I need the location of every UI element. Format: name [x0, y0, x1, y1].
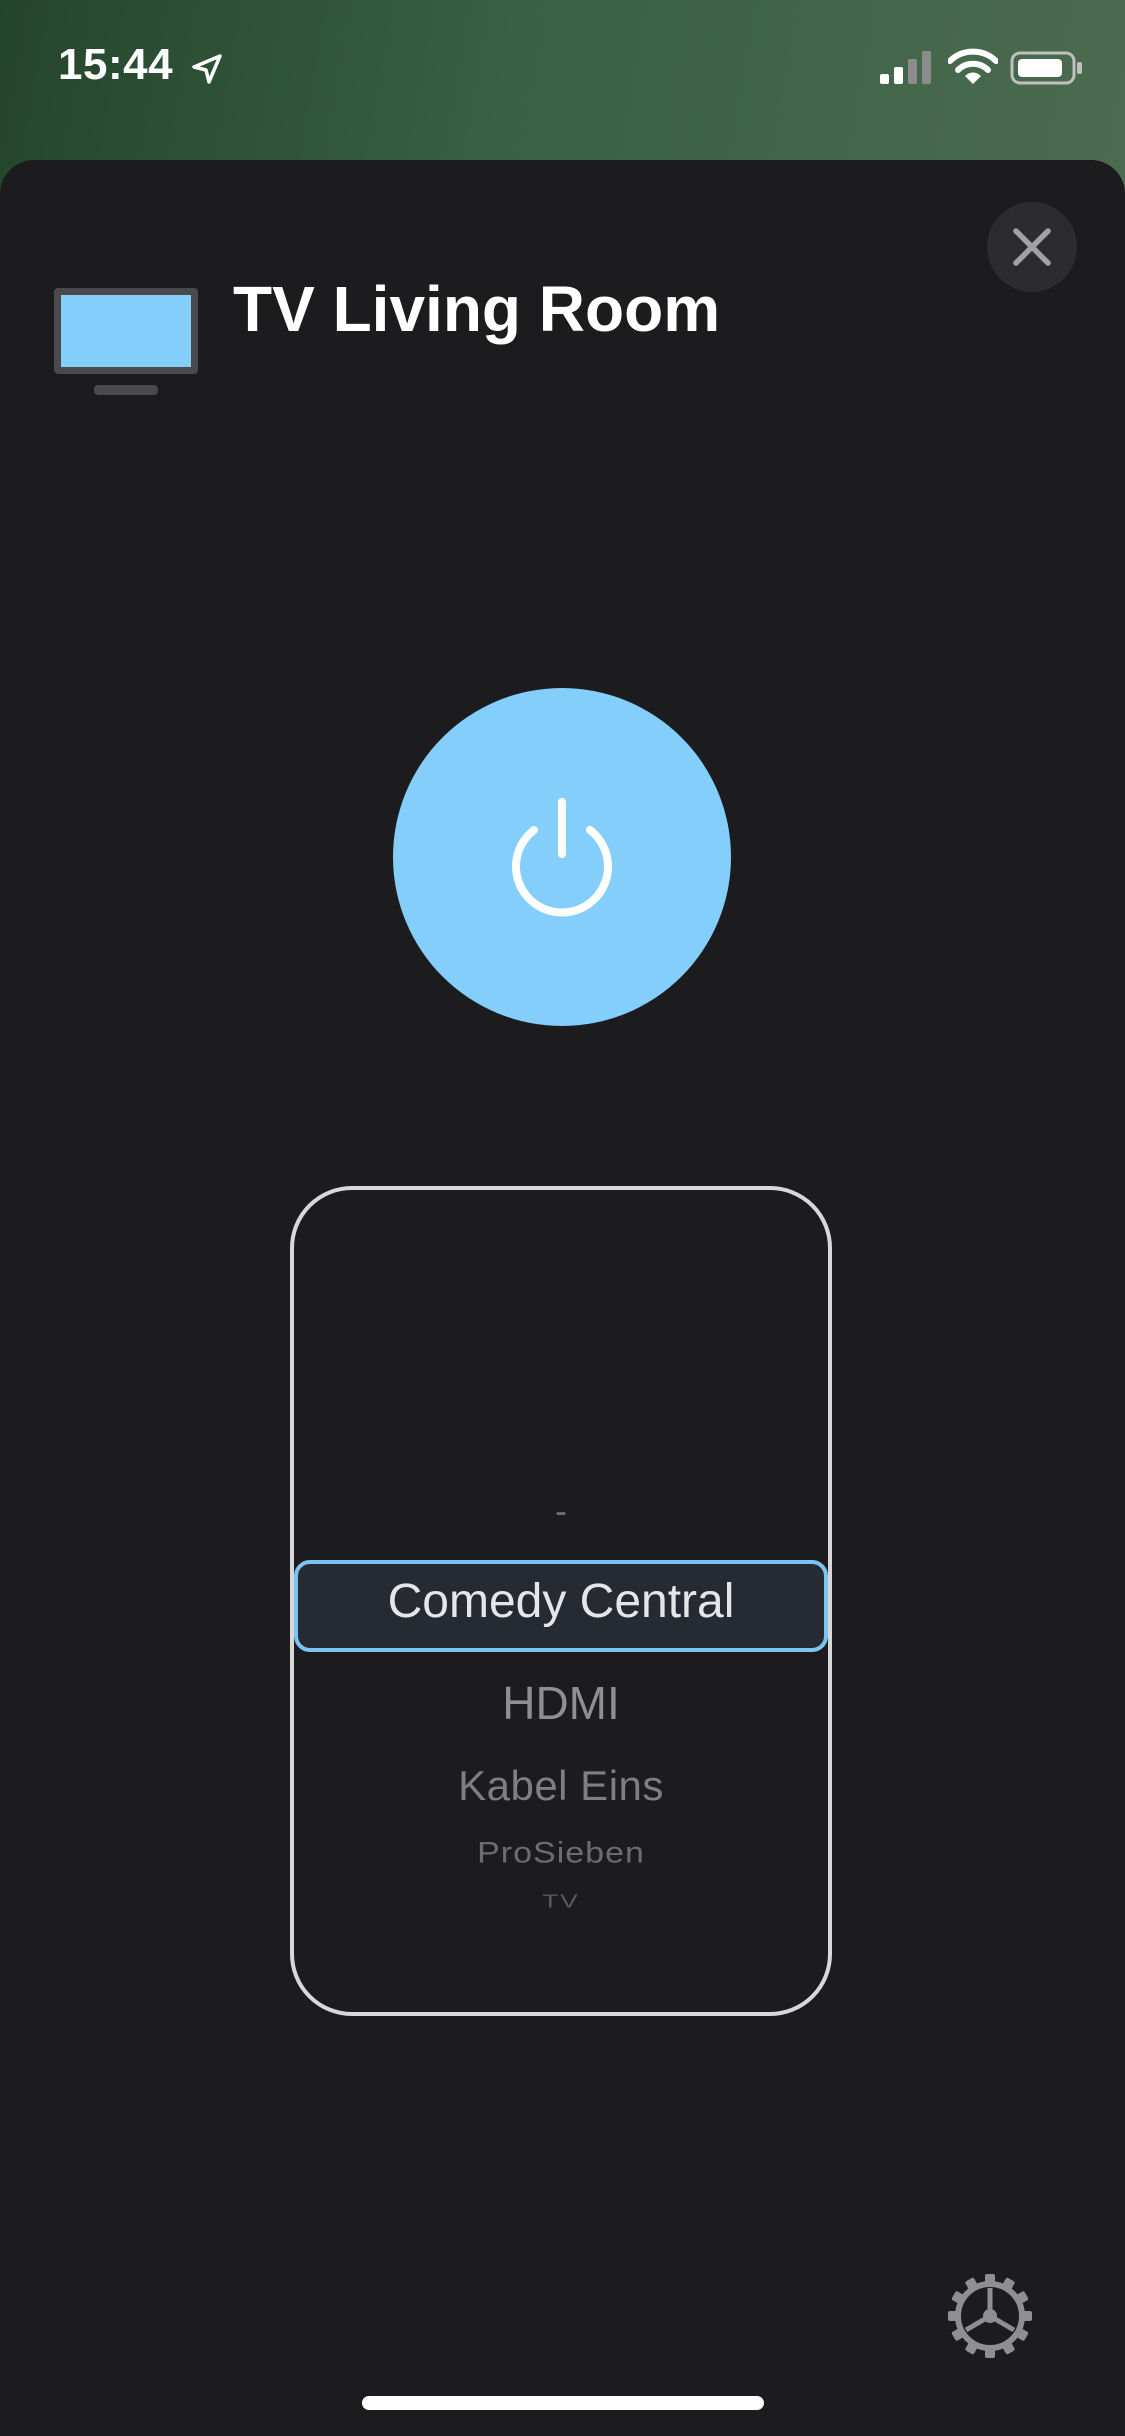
picker-item[interactable]: HDMI — [294, 1676, 828, 1730]
wifi-icon — [948, 48, 998, 84]
home-indicator[interactable] — [362, 2396, 764, 2410]
close-icon — [1013, 228, 1051, 266]
gear-icon[interactable] — [946, 2272, 1034, 2360]
battery-icon — [1010, 51, 1082, 85]
cellular-signal-icon — [880, 51, 931, 84]
location-arrow-icon — [192, 54, 222, 84]
close-button[interactable] — [987, 202, 1077, 292]
picker-item[interactable]: Kabel Eins — [294, 1762, 828, 1810]
picker-item-selected[interactable]: Comedy Central — [294, 1574, 828, 1629]
status-bar: 15:44 — [0, 0, 1125, 140]
input-source-picker[interactable]: - Comedy Central HDMI Kabel Eins ProSieb… — [290, 1186, 832, 2016]
power-button[interactable] — [393, 688, 731, 1026]
tv-icon — [54, 288, 198, 395]
page-title: TV Living Room — [233, 273, 721, 345]
picker-item[interactable]: ProSieben — [294, 1836, 828, 1870]
status-time: 15:44 — [58, 40, 174, 89]
picker-item[interactable]: TV — [294, 1891, 828, 1913]
power-icon — [512, 798, 612, 917]
picker-item[interactable]: - — [294, 1490, 828, 1532]
